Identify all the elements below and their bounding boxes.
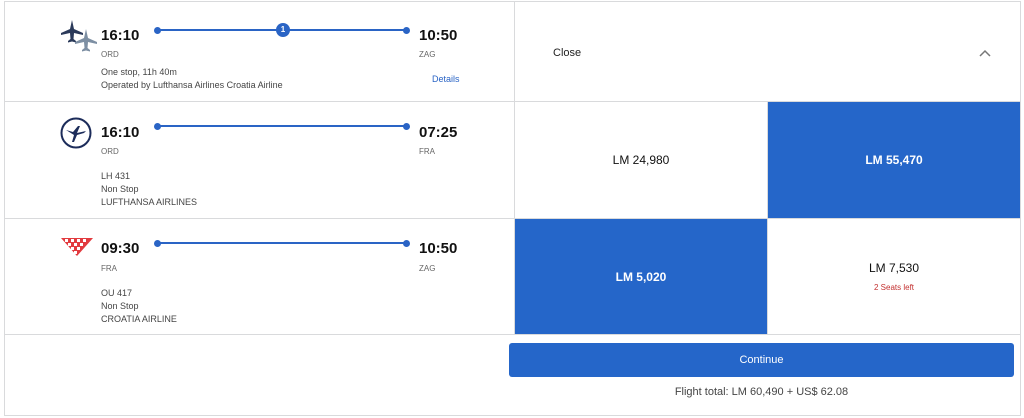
segment-info: One stop, 11h 40m Operated by Lufthansa … — [101, 66, 283, 92]
fare-option[interactable]: LM 24,980 — [515, 102, 767, 218]
flight-segment-croatia: 09:30 10:50 FRA ZAG OU 417 Non Stop CROA… — [5, 218, 518, 334]
plane-pair-icon — [60, 18, 98, 57]
airline-name: CROATIA AIRLINE — [101, 314, 177, 324]
arrival-time: 07:25 — [419, 124, 458, 141]
itinerary-overview: 16:10 10:50 ORD ZAG 1 One stop, 11h 40m … — [5, 2, 518, 101]
fare-option-selected[interactable]: LM 5,020 — [515, 219, 767, 334]
route-start-dot — [154, 122, 161, 130]
fare-price: LM 7,530 — [868, 261, 920, 275]
stops-text: Non Stop — [101, 301, 139, 311]
departure-time: 16:10 — [101, 124, 140, 141]
fare-option[interactable]: LM 7,530 2 Seats left — [768, 219, 1020, 334]
departure-time: 16:10 — [101, 27, 140, 44]
continue-button[interactable]: Continue — [509, 343, 1014, 377]
seats-left-warning: 2 Seats left — [873, 283, 915, 292]
destination-code: ZAG — [419, 50, 436, 59]
arrival-time: 10:50 — [419, 240, 458, 257]
airline-name: LUFTHANSA AIRLINES — [101, 197, 198, 207]
flight-number: LH 431 — [101, 171, 131, 181]
route-line — [154, 239, 410, 247]
route-start-dot — [154, 239, 161, 247]
departure-time: 09:30 — [101, 240, 140, 257]
fare-price: LM 24,980 — [612, 153, 670, 167]
flight-total: Flight total: LM 60,490 + US$ 62.08 — [674, 386, 849, 398]
route-end-dot — [403, 26, 410, 34]
origin-code: ORD — [101, 147, 119, 156]
origin-code: FRA — [101, 264, 117, 273]
route-end-dot — [403, 122, 410, 130]
fare-option-selected[interactable]: LM 55,470 — [768, 102, 1020, 218]
destination-code: ZAG — [419, 264, 436, 273]
chevron-up-icon[interactable] — [978, 45, 992, 57]
details-link[interactable]: Details — [432, 74, 460, 84]
divider — [5, 334, 1020, 335]
route-line — [154, 122, 410, 130]
duration-text: One stop, 11h 40m — [101, 67, 177, 77]
croatia-airlines-icon — [60, 236, 94, 263]
flight-segment-lufthansa: 16:10 07:25 ORD FRA LH 431 Non Stop LUFT… — [5, 101, 518, 218]
route-end-dot — [403, 239, 410, 247]
fare-price: LM 5,020 — [615, 269, 667, 284]
route-line: 1 — [154, 23, 410, 37]
lufthansa-crane-icon — [60, 117, 92, 154]
stops-text: Non Stop — [101, 184, 139, 194]
destination-code: FRA — [419, 147, 435, 156]
stop-count-badge: 1 — [276, 23, 290, 37]
segment-info: LH 431 Non Stop LUFTHANSA AIRLINES — [101, 170, 197, 209]
fare-price: LM 55,470 — [865, 153, 923, 167]
operator-text: Operated by Lufthansa Airlines Croatia A… — [101, 80, 283, 90]
flight-number: OU 417 — [101, 288, 133, 298]
segment-info: OU 417 Non Stop CROATIA AIRLINE — [101, 287, 177, 326]
close-label[interactable]: Close — [553, 47, 581, 59]
route-start-dot — [154, 26, 161, 34]
arrival-time: 10:50 — [419, 27, 458, 44]
origin-code: ORD — [101, 50, 119, 59]
